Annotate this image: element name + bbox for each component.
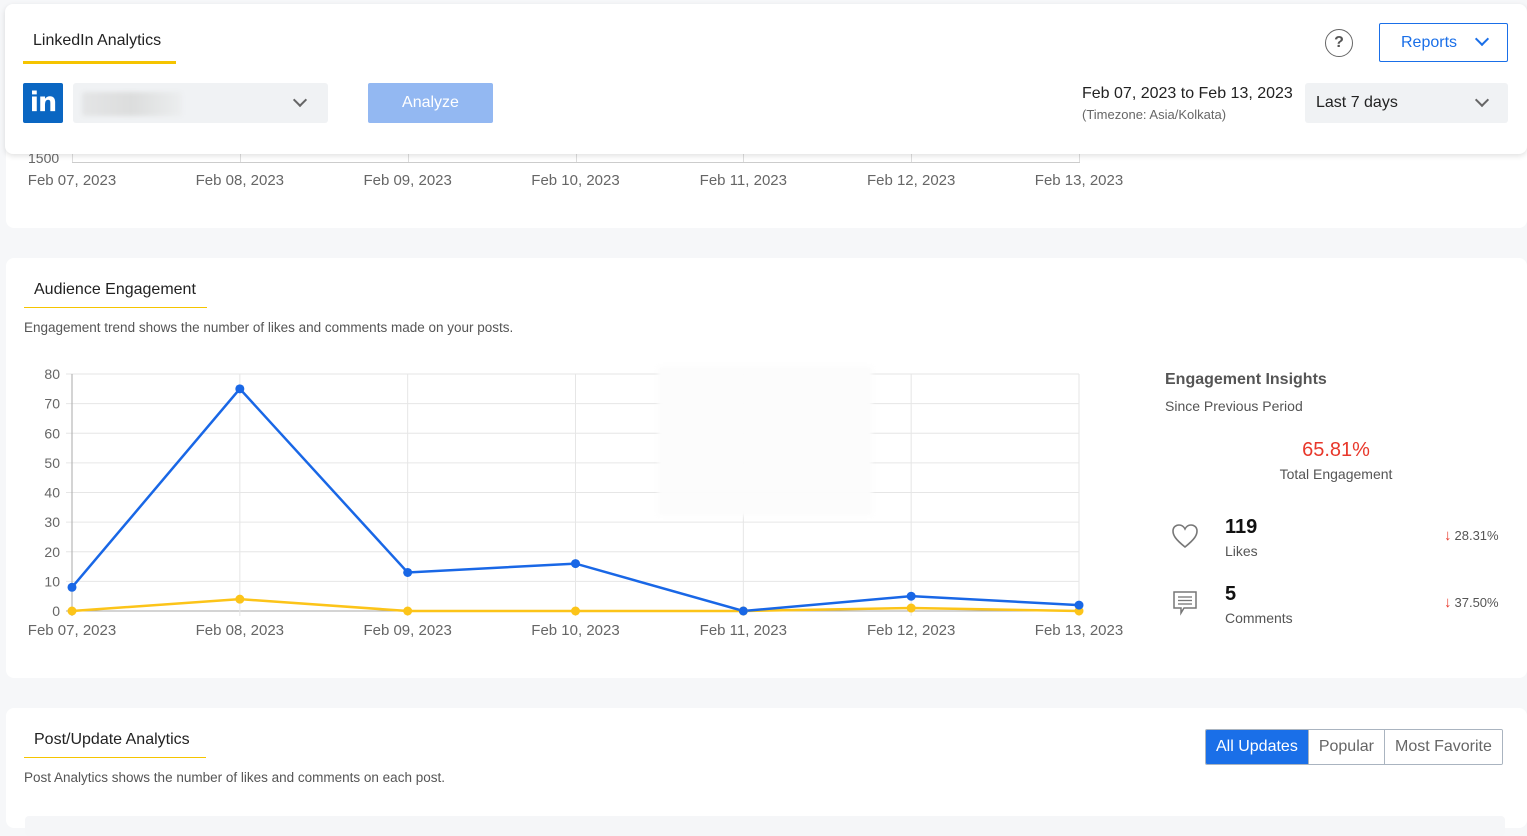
y-tick-label: 30 [44, 514, 60, 530]
section-description: Post Analytics shows the number of likes… [24, 770, 445, 785]
data-point-likes [906, 591, 916, 601]
likes-label: Likes [1225, 543, 1258, 559]
post-table [25, 816, 1505, 836]
tab-linkedin-analytics[interactable]: LinkedIn Analytics [33, 32, 161, 50]
data-point-comments [235, 594, 245, 604]
x-tick-label: Feb 11, 2023 [700, 622, 787, 639]
period-select[interactable]: Last 7 days [1305, 83, 1508, 123]
total-engagement-label: Total Engagement [1279, 466, 1393, 482]
prev-chart-x-label: Feb 09, 2023 [363, 172, 452, 189]
filter-popular[interactable]: Popular [1308, 730, 1385, 764]
data-point-likes [1074, 600, 1084, 610]
prev-chart-x-label: Feb 08, 2023 [195, 172, 285, 189]
x-tick-label: Feb 13, 2023 [1035, 622, 1123, 639]
likes-change-value: 28.31% [1454, 528, 1499, 543]
prev-chart-x-label: Feb 07, 2023 [27, 172, 117, 189]
data-point-likes [235, 384, 245, 394]
section-title-underline [24, 757, 206, 758]
chevron-down-icon [1474, 31, 1490, 47]
reports-label: Reports [1401, 34, 1458, 51]
data-point-likes [738, 606, 748, 616]
linkedin-logo-icon: in [23, 83, 63, 123]
y-tick-label: 10 [44, 573, 60, 589]
period-select-value: Last 7 days [1316, 94, 1398, 111]
redacted-region [658, 366, 872, 516]
likes-change: ↓ 28.31% [1444, 527, 1499, 544]
x-tick-label: Feb 12, 2023 [867, 622, 955, 639]
header-card: LinkedIn Analytics in Analyze ? Reports … [5, 4, 1527, 154]
prev-chart-x-label: Feb 10, 2023 [531, 172, 620, 189]
post-filter-group: All Updates Popular Most Favorite [1205, 729, 1503, 765]
audience-engagement-card: Audience Engagement Engagement trend sho… [6, 258, 1527, 678]
data-point-likes [67, 582, 77, 592]
y-tick-label: 0 [52, 603, 60, 619]
arrow-down-icon: ↓ [1444, 527, 1452, 544]
x-tick-label: Feb 08, 2023 [196, 622, 284, 639]
data-point-likes [403, 567, 413, 577]
x-tick-label: Feb 10, 2023 [531, 622, 619, 639]
data-point-comments [906, 603, 916, 613]
data-point-comments [67, 606, 77, 616]
timezone-label: (Timezone: Asia/Kolkata) [1082, 107, 1227, 122]
account-select[interactable] [73, 83, 328, 123]
y-tick-label: 50 [44, 455, 60, 471]
y-tick-label: 80 [44, 366, 60, 382]
x-tick-label: Feb 09, 2023 [363, 622, 451, 639]
help-icon[interactable]: ? [1325, 29, 1353, 57]
prev-chart-x-label: Feb 12, 2023 [866, 172, 956, 189]
y-tick-label: 60 [44, 425, 60, 441]
chevron-down-icon [1474, 92, 1490, 108]
prev-chart-x-label: Feb 13, 2023 [1034, 172, 1124, 189]
data-point-comments [403, 606, 413, 616]
prev-chart-x-label: Feb 11, 2023 [699, 172, 787, 189]
account-name-redacted [82, 92, 182, 116]
y-tick-label: 70 [44, 396, 60, 412]
comments-change: ↓ 37.50% [1444, 594, 1499, 611]
analyze-button[interactable]: Analyze [368, 83, 493, 123]
total-engagement-percent: 65.81% [1302, 439, 1370, 461]
comment-icon [1173, 591, 1197, 616]
engagement-line-chart: 0 10 20 30 40 50 60 70 80 Feb 07, 2023 Feb 08, 20… [28, 366, 1123, 639]
comments-change-value: 37.50% [1454, 595, 1499, 610]
y-tick-label: 20 [44, 544, 60, 560]
section-title: Post/Update Analytics [34, 731, 190, 748]
chevron-down-icon [292, 92, 308, 108]
arrow-down-icon: ↓ [1444, 594, 1452, 611]
filter-most-favorite[interactable]: Most Favorite [1384, 730, 1502, 764]
data-point-likes [571, 559, 580, 569]
prev-chart-axis [72, 162, 1080, 163]
insights-subtitle: Since Previous Period [1165, 398, 1303, 414]
y-tick-label: 40 [44, 485, 60, 501]
comments-value: 5 [1225, 583, 1237, 605]
likes-value: 119 [1225, 516, 1258, 538]
heart-icon [1172, 524, 1198, 549]
reports-button[interactable]: Reports [1379, 23, 1508, 62]
x-tick-label: Feb 07, 2023 [28, 622, 116, 639]
filter-all-updates[interactable]: All Updates [1206, 730, 1309, 764]
insights-title: Engagement Insights [1165, 371, 1327, 388]
date-range: Feb 07, 2023 to Feb 13, 2023 [1082, 85, 1293, 102]
comments-label: Comments [1225, 610, 1293, 626]
data-point-comments [571, 606, 580, 616]
post-analytics-card: Post/Update Analytics Post Analytics sho… [6, 708, 1527, 836]
active-tab-indicator [23, 61, 176, 64]
